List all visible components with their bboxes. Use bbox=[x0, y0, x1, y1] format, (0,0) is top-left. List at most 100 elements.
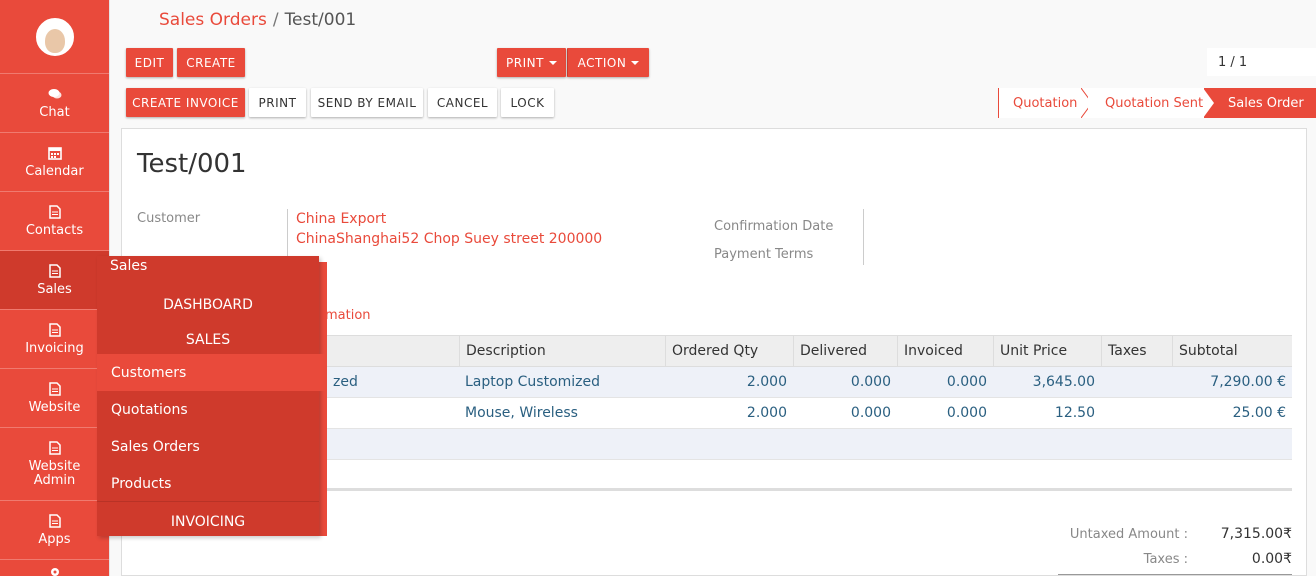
menu-items: Customers Quotations Sales Orders Produc… bbox=[97, 354, 327, 502]
menu-title: Sales bbox=[110, 258, 148, 274]
sales-dropdown-menu: Sales DASHBOARD SALES Customers Quotatio… bbox=[97, 256, 327, 536]
taxes-value: 0.00₹ bbox=[1251, 551, 1292, 567]
sidebar-item-label: Website bbox=[28, 399, 81, 415]
gear-icon bbox=[50, 568, 59, 576]
sidebar-item-label: Chat bbox=[39, 104, 70, 120]
confirmation-date-label: Confirmation Date bbox=[714, 219, 834, 234]
totals-divider bbox=[1058, 574, 1292, 575]
sidebar-item-settings[interactable] bbox=[0, 560, 109, 576]
status-bar: Quotation Quotation Sent Sales Order bbox=[998, 88, 1316, 118]
column-header[interactable]: Invoiced bbox=[897, 336, 993, 366]
document-title: Test/001 bbox=[137, 149, 247, 179]
cell-delivered: 0.000 bbox=[850, 405, 891, 421]
sidebar-item-website-admin[interactable]: Website Admin bbox=[0, 428, 109, 501]
create-button[interactable]: CREATE bbox=[177, 48, 245, 77]
document-icon bbox=[48, 204, 61, 219]
menu-item-products[interactable]: Products bbox=[97, 465, 319, 502]
taxes-label: Taxes : bbox=[1143, 552, 1188, 567]
sidebar-item-chat[interactable]: Chat bbox=[0, 74, 109, 133]
document-icon bbox=[48, 513, 61, 528]
order-lines-table: Description Ordered Qty Delivered Invoic… bbox=[327, 335, 1292, 491]
avatar-face bbox=[44, 28, 65, 53]
caret-down-icon bbox=[548, 60, 557, 65]
sidebar-item-label: Calendar bbox=[25, 163, 84, 179]
breadcrumb-separator: / bbox=[272, 10, 279, 30]
menu-item-customers[interactable]: Customers bbox=[97, 354, 327, 391]
stage-quotation[interactable]: Quotation bbox=[998, 88, 1088, 118]
sidebar-item-label: Contacts bbox=[25, 222, 84, 238]
action-dropdown-button[interactable]: ACTION bbox=[567, 48, 649, 77]
print-dropdown-button[interactable]: PRINT bbox=[497, 48, 566, 77]
document-icon bbox=[48, 263, 61, 278]
breadcrumb-current: Test/001 bbox=[284, 10, 357, 30]
untaxed-amount-value: 7,315.00₹ bbox=[1220, 526, 1292, 542]
cell-product: zed bbox=[333, 374, 358, 390]
table-row-empty[interactable] bbox=[327, 429, 1292, 460]
cell-subtotal: 7,290.00 € bbox=[1210, 374, 1286, 390]
column-header[interactable]: Delivered bbox=[793, 336, 897, 366]
stage-quotation-sent[interactable]: Quotation Sent bbox=[1088, 88, 1204, 118]
stage-chevron-icon bbox=[1203, 88, 1214, 118]
cell-taxes bbox=[1101, 398, 1172, 428]
stage-label: Quotation Sent bbox=[1105, 95, 1204, 111]
caret-down-icon bbox=[631, 60, 640, 65]
lock-button[interactable]: LOCK bbox=[501, 88, 554, 117]
tab-other-information[interactable]: mation bbox=[325, 308, 371, 323]
breadcrumb: Sales Orders / Test/001 bbox=[159, 10, 356, 30]
menu-item-quotations[interactable]: Quotations bbox=[97, 391, 319, 428]
breadcrumb-parent-link[interactable]: Sales Orders bbox=[159, 10, 267, 30]
column-header[interactable]: Subtotal bbox=[1172, 336, 1292, 366]
column-header[interactable]: Unit Price bbox=[993, 336, 1101, 366]
print-dropdown-label: PRINT bbox=[506, 55, 544, 70]
send-by-email-button[interactable]: SEND BY EMAIL bbox=[311, 88, 423, 117]
document-icon bbox=[48, 381, 61, 396]
user-avatar-area bbox=[0, 0, 109, 74]
sidebar-item-calendar[interactable]: Calendar bbox=[0, 133, 109, 192]
sidebar-item-invoicing[interactable]: Invoicing bbox=[0, 310, 109, 369]
cell-invoiced: 0.000 bbox=[946, 405, 987, 421]
sidebar-item-sales[interactable]: Sales bbox=[0, 251, 109, 310]
document-icon bbox=[48, 440, 61, 455]
sidebar-item-apps[interactable]: Apps bbox=[0, 501, 109, 560]
record-pager: 1 / 1 bbox=[1207, 48, 1316, 76]
cell-invoiced: 0.000 bbox=[946, 374, 987, 390]
sidebar-item-contacts[interactable]: Contacts bbox=[0, 192, 109, 251]
column-header-product bbox=[327, 336, 459, 366]
table-row[interactable]: Mouse, Wireless 2.000 0.000 0.000 12.50 … bbox=[327, 398, 1292, 429]
document-icon bbox=[48, 322, 61, 337]
create-invoice-button[interactable]: CREATE INVOICE bbox=[126, 88, 245, 117]
app-sidebar: Chat Calendar Contacts Sales Invoicing W… bbox=[0, 0, 109, 576]
cell-description: Mouse, Wireless bbox=[465, 405, 578, 421]
cell-product bbox=[327, 398, 459, 428]
column-header[interactable]: Ordered Qty bbox=[665, 336, 793, 366]
menu-edge bbox=[319, 262, 327, 536]
payment-terms-label: Payment Terms bbox=[714, 247, 814, 262]
column-header[interactable]: Description bbox=[459, 336, 665, 366]
untaxed-amount-label: Untaxed Amount : bbox=[1069, 527, 1188, 542]
customer-address: ChinaShanghai52 Chop Suey street 200000 bbox=[296, 231, 603, 247]
table-row-empty[interactable] bbox=[327, 460, 1292, 491]
avatar[interactable] bbox=[35, 17, 74, 56]
stage-sales-order[interactable]: Sales Order bbox=[1204, 88, 1316, 118]
menu-section-invoicing[interactable]: INVOICING bbox=[97, 501, 319, 530]
sidebar-item-label: Invoicing bbox=[25, 340, 84, 356]
menu-section-sales: SALES bbox=[185, 332, 231, 348]
column-header[interactable]: Taxes bbox=[1101, 336, 1172, 366]
cell-description: Laptop Customized bbox=[465, 374, 601, 390]
cell-unit-price: 3,645.00 bbox=[1032, 374, 1095, 390]
customer-label: Customer bbox=[137, 211, 201, 226]
cell-taxes bbox=[1101, 367, 1172, 397]
calendar-icon bbox=[47, 146, 62, 160]
menu-section-dashboard[interactable]: DASHBOARD bbox=[97, 297, 319, 313]
print-button[interactable]: PRINT bbox=[249, 88, 306, 117]
stage-label: Quotation bbox=[1013, 95, 1078, 111]
cell-unit-price: 12.50 bbox=[1054, 405, 1095, 421]
sidebar-item-label: Website Admin bbox=[28, 458, 81, 488]
menu-item-sales-orders[interactable]: Sales Orders bbox=[97, 428, 319, 465]
customer-name-link[interactable]: China Export bbox=[296, 211, 386, 227]
action-dropdown-label: ACTION bbox=[577, 55, 627, 70]
sidebar-item-website[interactable]: Website bbox=[0, 369, 109, 428]
edit-button[interactable]: EDIT bbox=[126, 48, 173, 77]
table-row[interactable]: zed Laptop Customized 2.000 0.000 0.000 … bbox=[327, 367, 1292, 398]
cancel-button[interactable]: CANCEL bbox=[428, 88, 497, 117]
